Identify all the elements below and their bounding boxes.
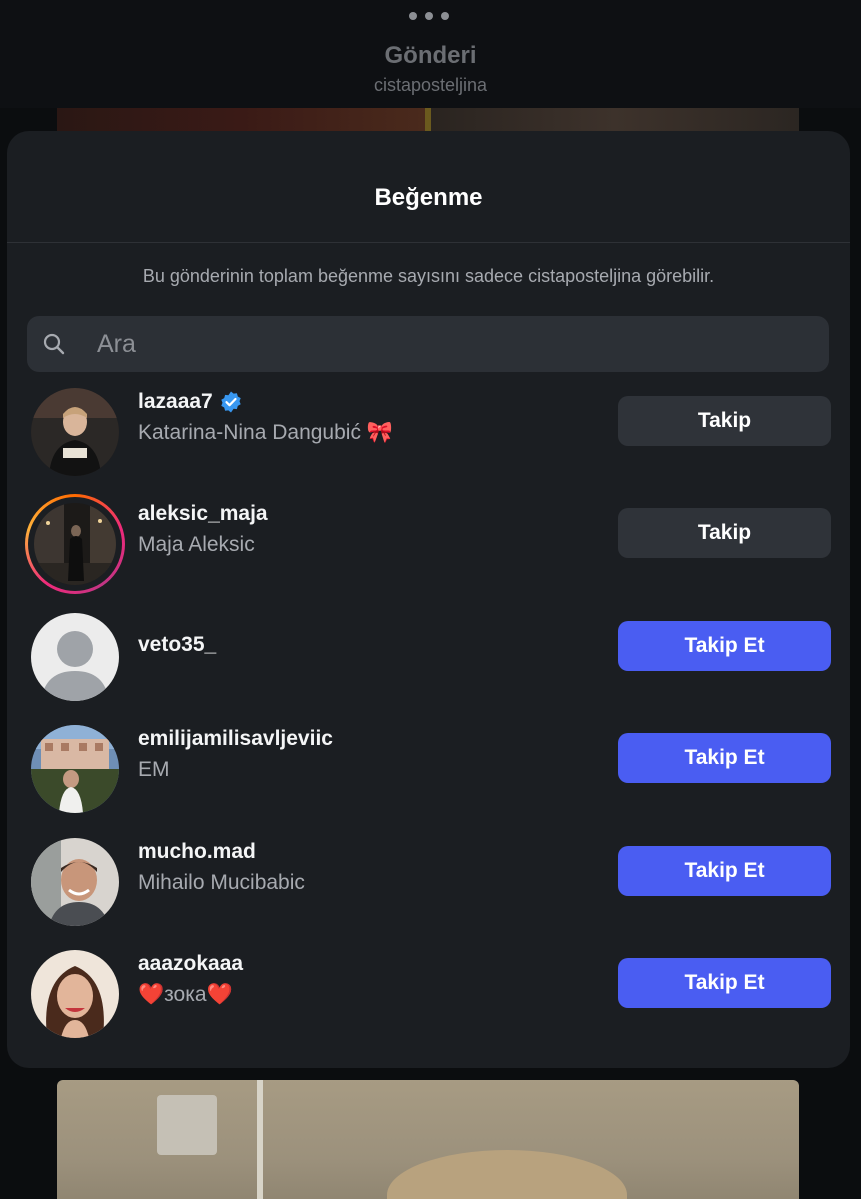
- follow-button[interactable]: Takip Et: [618, 621, 831, 671]
- post-header-title: Gönderi: [384, 42, 477, 69]
- likes-privacy-note: Bu gönderinin toplam beğenme sayısını sa…: [142, 266, 715, 286]
- follow-button[interactable]: Takip Et: [618, 846, 831, 896]
- default-avatar-icon: [31, 613, 119, 701]
- avatar[interactable]: [31, 950, 119, 1038]
- search-bar[interactable]: [27, 316, 829, 372]
- post-header-subtitle: cistaposteljina: [373, 75, 488, 95]
- list-item[interactable]: mucho.mad Mihailo Mucibabic Takip Et: [7, 826, 850, 938]
- display-name: Maja Aleksic: [138, 533, 255, 556]
- avatar[interactable]: [31, 725, 119, 813]
- verified-badge-icon: [221, 391, 241, 413]
- list-item[interactable]: aaazokaaa ❤️зока❤️ Takip Et: [7, 938, 850, 1050]
- following-button[interactable]: Takip: [618, 396, 831, 446]
- display-name: EM: [138, 758, 170, 781]
- avatar[interactable]: [31, 838, 119, 926]
- list-item[interactable]: aleksic_maja Maja Aleksic Takip: [7, 488, 850, 600]
- follow-button[interactable]: Takip Et: [618, 958, 831, 1008]
- sheet-divider: [7, 242, 850, 243]
- more-dots-icon[interactable]: [409, 10, 449, 22]
- avatar[interactable]: [31, 613, 119, 701]
- username[interactable]: aleksic_maja: [138, 502, 268, 526]
- list-item[interactable]: veto35_ Takip Et: [7, 601, 850, 713]
- search-input[interactable]: [97, 316, 797, 372]
- username[interactable]: veto35_: [138, 633, 216, 657]
- username[interactable]: aaazokaaa: [138, 952, 243, 976]
- post-photo-below: [57, 1080, 799, 1199]
- following-button[interactable]: Takip: [618, 508, 831, 558]
- display-name: ❤️зока❤️: [138, 983, 233, 1006]
- follow-button[interactable]: Takip Et: [618, 733, 831, 783]
- display-name: Katarina-Nina Dangubić 🎀: [138, 421, 393, 444]
- sheet-title: Beğenme: [374, 184, 483, 211]
- avatar[interactable]: [25, 494, 125, 594]
- username[interactable]: lazaaa7: [138, 390, 243, 414]
- avatar[interactable]: [31, 388, 119, 476]
- post-header: Gönderi cistaposteljina: [0, 0, 861, 108]
- search-icon: [43, 333, 65, 355]
- display-name: Mihailo Mucibabic: [138, 871, 305, 894]
- likes-screen: Gönderi cistaposteljina Beğenme Bu gönde…: [0, 0, 861, 1199]
- username[interactable]: mucho.mad: [138, 840, 256, 864]
- list-item[interactable]: lazaaa7 Katarina-Nina Dangubić 🎀 Takip: [7, 376, 850, 488]
- list-item[interactable]: emilijamilisavljeviic EM Takip Et: [7, 713, 850, 825]
- likes-sheet: Beğenme Bu gönderinin toplam beğenme say…: [7, 131, 850, 1068]
- username[interactable]: emilijamilisavljeviic: [138, 727, 333, 751]
